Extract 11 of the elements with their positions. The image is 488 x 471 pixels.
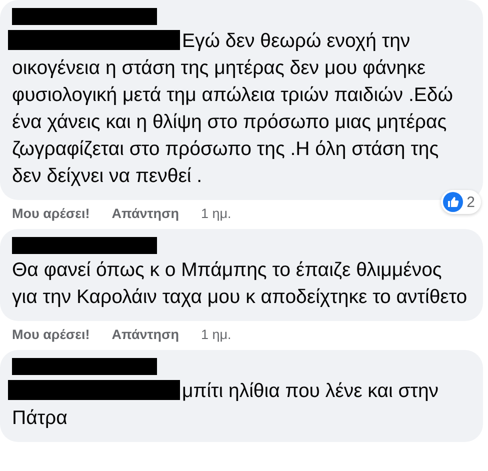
comment-text: Θα φανεί όπως κ ο Μπάμπης το έπαιζε θλιμμένος για την Καρολάιν ταχα μου κ αποδείχτηκε το αντίθετο bbox=[12, 258, 468, 310]
comment-time: 1 ημ. bbox=[201, 206, 232, 221]
reaction-count[interactable]: 2 bbox=[440, 190, 481, 214]
reply-link[interactable]: Απάντηση bbox=[112, 206, 180, 221]
like-link[interactable]: Μου αρέσει! bbox=[12, 327, 90, 342]
like-link[interactable]: Μου αρέσει! bbox=[12, 206, 90, 221]
thumbs-up-icon bbox=[442, 192, 463, 212]
comment-text: Εγώ δεν θεωρώ ενοχή την οικογένεια η στάση της μητέρας δεν μου φάνηκε φυσιολογική μετά τημ απώλεια τριών παιδιών .Εδώ ένα χάνεις και η θλίψη στο πρόσωπο μιας μητέρας ζωγραφίζεται στο πρόσωπο της .Η όλη στάση της δεν δείχνει να πενθεί . bbox=[12, 28, 468, 190]
comment-time: 1 ημ. bbox=[201, 327, 232, 342]
reply-link[interactable]: Απάντηση bbox=[112, 327, 180, 342]
comment-text: μπίτι ηλίθια που λένε και στην Πάτρα bbox=[12, 378, 468, 432]
